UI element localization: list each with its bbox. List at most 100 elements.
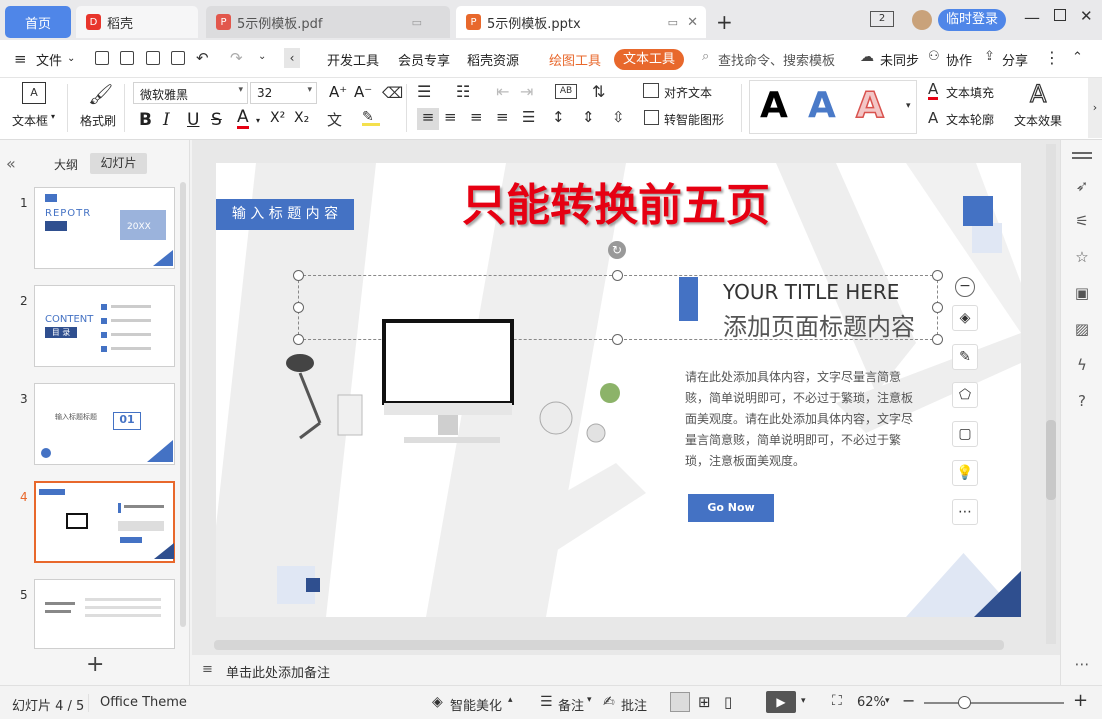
chevron-down-icon[interactable]: ▾ (51, 112, 55, 121)
font-size-select[interactable]: 32 ▾ (250, 82, 317, 104)
slide-thumbnail-2[interactable]: CONTENT 目 录 (34, 285, 175, 367)
menu-drawing-tools[interactable]: 绘图工具 (549, 50, 601, 69)
monitor-icon[interactable]: ▭ (412, 16, 422, 29)
thumb-scrollbar[interactable] (180, 182, 186, 627)
bullet-list-icon[interactable]: ☰ (417, 82, 431, 101)
resize-handle[interactable] (932, 270, 943, 281)
redo-icon[interactable]: ↷ (230, 49, 243, 67)
slide-body-text[interactable]: 请在此处添加具体内容，文字尽量言简意赅，简单说明即可，不必过于繁琐，注意板面美观… (685, 367, 919, 472)
font-color-button[interactable]: A (237, 109, 249, 129)
sidebar-menu-icon[interactable] (1072, 152, 1092, 154)
go-now-button[interactable]: Go Now (688, 494, 774, 522)
print-preview-icon[interactable] (171, 51, 185, 65)
align-left-icon[interactable]: ≡ (417, 108, 439, 130)
tab-daoke[interactable]: D 稻壳 (76, 6, 198, 38)
share-button[interactable]: 分享 (1002, 50, 1028, 69)
zoom-out-icon[interactable]: − (902, 691, 915, 710)
text-style-blue[interactable]: A (808, 85, 836, 126)
notes-placeholder[interactable]: 单击此处添加备注 (226, 662, 330, 681)
slide-4[interactable]: 输 入 标 题 内 容 只能转换前五页 YOUR TITLE HERE 添加页面… (216, 163, 1021, 617)
collapse-tools-icon[interactable]: − (955, 277, 975, 297)
line-spacing-options-icon[interactable]: ⇳ (612, 108, 625, 126)
tab-outline[interactable]: 大纲 (54, 156, 78, 173)
export-icon[interactable] (120, 51, 134, 65)
zoom-slider-track[interactable] (924, 702, 1064, 704)
resize-handle[interactable] (932, 302, 943, 313)
sorter-view-icon[interactable]: ⊞ (698, 693, 711, 711)
justify-icon[interactable]: ≡ (496, 108, 509, 126)
window-layout-icon[interactable]: 2 (870, 11, 894, 27)
comment-icon[interactable]: ✍ (603, 694, 615, 710)
zoom-level[interactable]: 62% (857, 695, 886, 710)
notes-toggle-icon[interactable]: ☰ (540, 694, 553, 710)
more-sidebar-icon[interactable]: ⋯ (1072, 655, 1092, 675)
chevron-up-icon[interactable]: ▴ (508, 695, 513, 705)
collapse-ribbon-icon[interactable]: ⌃ (1072, 50, 1083, 65)
notes-pane[interactable]: ≡ 单击此处添加备注 (192, 655, 1060, 685)
collab-button[interactable]: 协作 (946, 50, 972, 69)
text-direction-icon[interactable]: AB (555, 84, 577, 99)
text-outline-icon[interactable]: A (928, 109, 938, 127)
lightning-icon[interactable]: ϟ (1072, 356, 1092, 376)
undo-icon[interactable]: ↶ (196, 49, 209, 67)
vertical-scroll-thumb[interactable] (1046, 420, 1056, 500)
highlight-icon[interactable]: ✎ (362, 109, 380, 126)
login-button[interactable]: 临时登录 (938, 9, 1006, 31)
zoom-slider-thumb[interactable] (958, 696, 971, 709)
line-spacing-icon[interactable]: ↕ (552, 108, 565, 126)
align-right-icon[interactable]: ≡ (470, 108, 483, 126)
slide-thumbnail-3[interactable]: 输入标题标题 01 (34, 383, 175, 465)
resize-handle[interactable] (293, 302, 304, 313)
phonetic-icon[interactable]: 文 (327, 109, 342, 130)
new-tab-plus-icon[interactable]: + (716, 10, 733, 34)
underline-button[interactable]: U (187, 110, 199, 130)
text-outline-button[interactable]: 文本轮廓 (946, 111, 994, 128)
chevron-down-icon[interactable]: ▾ (587, 695, 592, 705)
text-fill-icon[interactable]: A (928, 82, 939, 100)
chevron-down-icon[interactable]: ⌄ (67, 53, 75, 64)
grow-font-icon[interactable]: A⁺ (329, 83, 347, 101)
text-effect-button[interactable]: 文本效果 (1014, 112, 1062, 129)
rocket-icon[interactable]: ➶ (1072, 177, 1092, 197)
menu-text-tools[interactable]: 文本工具 (614, 49, 684, 70)
add-slide-plus-icon[interactable]: + (86, 652, 104, 677)
format-brush-icon[interactable]: 🖌 (88, 82, 113, 106)
align-text-button[interactable]: 对齐文本 (664, 84, 712, 101)
vertical-scrollbar[interactable] (1046, 144, 1056, 644)
horizontal-scrollbar[interactable] (214, 640, 1004, 650)
text-fill-button[interactable]: 文本填充 (946, 84, 994, 101)
scroll-right-icon[interactable]: › (1088, 78, 1102, 138)
chevron-down-icon[interactable]: ▾ (885, 696, 890, 706)
minimize-icon[interactable]: — (1024, 8, 1040, 27)
normal-view-icon[interactable] (670, 692, 690, 712)
help-icon[interactable]: ? (1072, 392, 1092, 412)
font-family-select[interactable]: 微软雅黑 ▾ (133, 82, 248, 104)
menu-file[interactable]: 文件 (36, 50, 62, 69)
distribute-icon[interactable]: ☰ (522, 108, 535, 126)
image-icon[interactable]: ▨ (1072, 320, 1092, 340)
clear-format-icon[interactable]: ⌫ (382, 84, 403, 102)
layers-icon[interactable]: ◈ (952, 305, 978, 331)
tab-pdf-file[interactable]: P 5示例模板.pdf ▭ (206, 6, 450, 38)
italic-button[interactable]: I (163, 110, 170, 130)
textbox-button[interactable]: 文本框 (12, 112, 48, 129)
subscript-button[interactable]: X₂ (294, 110, 309, 126)
hamburger-icon[interactable]: ≡ (14, 50, 27, 68)
tab-home[interactable]: 首页 (5, 6, 71, 38)
sliders-icon[interactable]: ⚟ (1072, 212, 1092, 232)
gallery-more-icon[interactable]: ▾ (906, 101, 911, 111)
more-chevron-icon[interactable]: ⌄ (258, 51, 266, 62)
close-tab-icon[interactable]: ✕ (687, 15, 698, 30)
tab-slides[interactable]: 幻灯片 (90, 153, 147, 174)
search-commands[interactable]: 查找命令、搜索模板 (718, 50, 835, 69)
print-icon[interactable] (146, 51, 160, 65)
zoom-in-icon[interactable]: + (1073, 690, 1088, 711)
strikethrough-button[interactable]: S (211, 110, 222, 130)
slideshow-icon[interactable]: ▣ (1072, 284, 1092, 304)
star-icon[interactable]: ☆ (1072, 248, 1092, 268)
format-brush-button[interactable]: 格式刷 (80, 112, 116, 129)
align-center-icon[interactable]: ≡ (444, 108, 457, 126)
close-window-icon[interactable]: ✕ (1080, 7, 1093, 25)
fill-bucket-icon[interactable]: ⬠ (952, 382, 978, 408)
superscript-button[interactable]: X² (270, 110, 285, 126)
